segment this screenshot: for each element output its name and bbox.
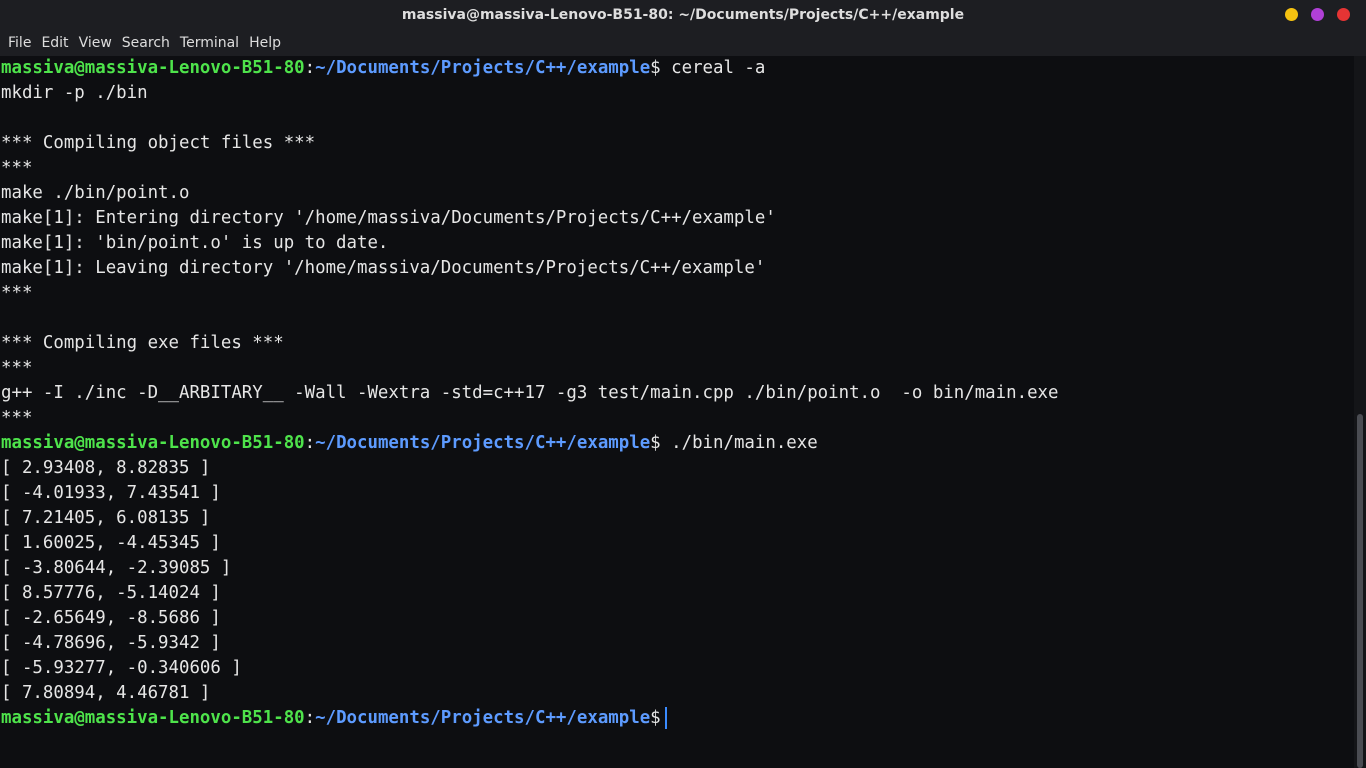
menu-search[interactable]: Search — [122, 35, 170, 51]
output-line: [ 7.80894, 4.46781 ] — [1, 683, 211, 703]
text-cursor — [664, 707, 667, 729]
prompt-line: massiva@massiva-Lenovo-B51-80:~/Document… — [0, 431, 1354, 456]
output-line: *** — [1, 158, 33, 178]
menu-help[interactable]: Help — [249, 35, 281, 51]
output-line: *** Compiling exe files *** — [1, 333, 284, 353]
prompt-line: massiva@massiva-Lenovo-B51-80:~/Document… — [0, 706, 1354, 731]
output-line: [ -3.80644, -2.39085 ] — [1, 558, 232, 578]
prompt-path: ~/Documents/Projects/C++/example — [315, 433, 651, 453]
output-line: [ -2.65649, -8.5686 ] — [1, 608, 221, 628]
output-line: *** Compiling object files *** — [1, 133, 316, 153]
prompt-symbol: $ — [650, 58, 661, 78]
prompt-separator: : — [304, 433, 316, 453]
output-line: [ 8.57776, -5.14024 ] — [1, 583, 221, 603]
prompt-user: massiva@massiva-Lenovo-B51-80 — [1, 433, 305, 453]
command-text: ./bin/main.exe — [660, 433, 818, 453]
terminal-output[interactable]: massiva@massiva-Lenovo-B51-80:~/Document… — [0, 56, 1354, 768]
minimize-button[interactable] — [1285, 8, 1298, 21]
prompt-symbol: $ — [650, 708, 661, 728]
prompt-separator: : — [304, 708, 316, 728]
output-line: [ 2.93408, 8.82835 ] — [1, 458, 211, 478]
scrollbar-thumb[interactable] — [1357, 414, 1363, 768]
menu-bar: File Edit View Search Terminal Help — [0, 30, 1366, 56]
title-bar[interactable]: massiva@massiva-Lenovo-B51-80: ~/Documen… — [0, 0, 1366, 30]
window-controls — [1285, 8, 1350, 21]
output-line: [ -5.93277, -0.340606 ] — [1, 658, 242, 678]
prompt-user: massiva@massiva-Lenovo-B51-80 — [1, 708, 305, 728]
menu-view[interactable]: View — [79, 35, 112, 51]
menu-file[interactable]: File — [8, 35, 31, 51]
output-line: make[1]: Leaving directory '/home/massiv… — [1, 258, 766, 278]
output-line: make ./bin/point.o — [1, 183, 190, 203]
window-title: massiva@massiva-Lenovo-B51-80: ~/Documen… — [401, 7, 965, 23]
menu-edit[interactable]: Edit — [41, 35, 68, 51]
prompt-user: massiva@massiva-Lenovo-B51-80 — [1, 58, 305, 78]
prompt-line: massiva@massiva-Lenovo-B51-80:~/Document… — [0, 56, 1354, 81]
prompt-separator: : — [304, 58, 316, 78]
output-line: *** — [1, 358, 33, 378]
output-line: *** — [1, 408, 33, 428]
output-line: *** — [1, 283, 33, 303]
output-line: [ -4.01933, 7.43541 ] — [1, 483, 221, 503]
close-button[interactable] — [1337, 8, 1350, 21]
output-line: g++ -I ./inc -D__ARBITARY__ -Wall -Wextr… — [1, 383, 1059, 403]
maximize-button[interactable] — [1311, 8, 1324, 21]
output-line: [ 1.60025, -4.45345 ] — [1, 533, 221, 553]
prompt-path: ~/Documents/Projects/C++/example — [315, 708, 651, 728]
output-line: mkdir -p ./bin — [1, 83, 148, 103]
prompt-symbol: $ — [650, 433, 661, 453]
prompt-path: ~/Documents/Projects/C++/example — [315, 58, 651, 78]
output-line: [ 7.21405, 6.08135 ] — [1, 508, 211, 528]
command-text: cereal -a — [660, 58, 766, 78]
output-line: make[1]: Entering directory '/home/massi… — [1, 208, 776, 228]
menu-terminal[interactable]: Terminal — [180, 35, 239, 51]
output-line: make[1]: 'bin/point.o' is up to date. — [1, 233, 389, 253]
output-line: [ -4.78696, -5.9342 ] — [1, 633, 221, 653]
